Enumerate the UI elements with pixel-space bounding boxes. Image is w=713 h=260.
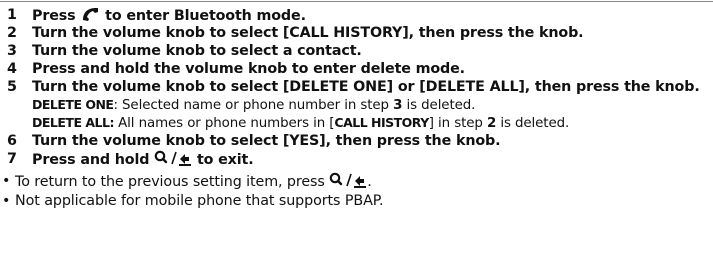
step-number: 7 xyxy=(7,151,17,167)
step-text: Press and hold the volume knob to enter … xyxy=(32,61,465,77)
step-text: Turn the volume knob to select [CALL HIS… xyxy=(32,25,584,41)
bullet: • xyxy=(2,173,11,189)
step-number: 1 xyxy=(7,7,17,23)
step-ref: 2 xyxy=(486,116,497,131)
step-text: Turn the volume knob to select [DELETE O… xyxy=(32,79,700,95)
top-rule xyxy=(0,1,713,2)
step-number: 6 xyxy=(7,133,17,149)
step-number: 2 xyxy=(7,25,17,41)
step-text: Turn the volume knob to select [YES], th… xyxy=(32,133,501,149)
call-history-label: CALL HISTORY xyxy=(334,115,429,130)
step-number: 4 xyxy=(7,61,17,77)
step-text: Turn the volume knob to select a contact… xyxy=(32,43,362,59)
search-back-icon xyxy=(154,150,192,171)
step-number: 5 xyxy=(7,79,17,95)
delete-one-label: DELETE ONE xyxy=(32,97,114,112)
step-number: 3 xyxy=(7,43,17,59)
bullet: • xyxy=(2,193,11,209)
search-back-icon xyxy=(329,172,367,193)
step-ref: 3 xyxy=(393,98,403,113)
step-text: Press and hold to exit. xyxy=(32,150,254,171)
delete-all-label: DELETE ALL: xyxy=(32,115,114,130)
